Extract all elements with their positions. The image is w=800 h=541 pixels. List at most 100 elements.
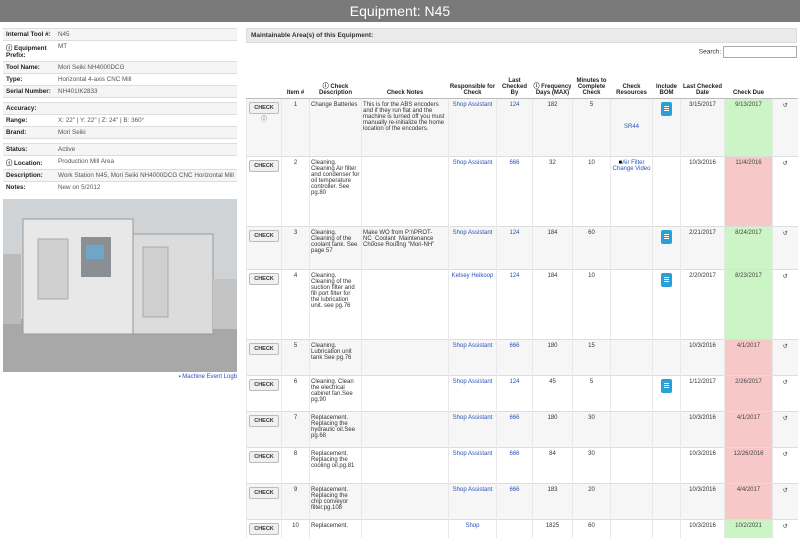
check-button[interactable]: CHECK	[249, 159, 279, 172]
item-number: 8	[281, 446, 310, 483]
history-icon[interactable]: ↺	[772, 268, 798, 339]
include-bom	[652, 482, 681, 519]
column-header[interactable]: Minutes to Complete Check	[572, 61, 611, 99]
check-button[interactable]: CHECK	[249, 450, 279, 463]
info-icon[interactable]: ⓘ	[248, 114, 280, 123]
last-checked-by-link[interactable]: 666	[496, 338, 533, 375]
check-button[interactable]: CHECK	[249, 378, 279, 391]
check-cell: CHECK	[246, 518, 282, 538]
column-header[interactable]: Check Resources	[610, 61, 653, 99]
check-resources[interactable]	[610, 410, 653, 447]
check-button[interactable]: CHECK	[249, 101, 279, 114]
responsible-link[interactable]: Shop Assistant	[448, 225, 497, 269]
check-button[interactable]: CHECK	[249, 486, 279, 499]
info-key: Type:	[3, 73, 55, 86]
responsible-link[interactable]: Shop Assistant	[448, 338, 497, 375]
check-resources[interactable]	[610, 374, 653, 411]
responsible-link[interactable]: Shop Assistant	[448, 410, 497, 447]
column-header[interactable]	[772, 61, 798, 99]
check-description: Replacement. Replacing the chip conveyor…	[309, 482, 362, 519]
check-resource-link[interactable]: SR44	[624, 124, 639, 130]
document-icon: ▪	[178, 374, 181, 380]
table-row: CHECK 8 Replacement. Replacing the cooling…	[246, 446, 798, 483]
check-resources[interactable]	[610, 482, 653, 519]
check-resources[interactable]	[610, 268, 653, 339]
clipboard-icon[interactable]	[661, 272, 672, 287]
history-icon[interactable]: ↺	[772, 225, 798, 269]
history-icon[interactable]: ↺	[772, 446, 798, 483]
column-header[interactable]: Check Due	[724, 61, 773, 99]
history-icon[interactable]: ↺	[772, 410, 798, 447]
column-header[interactable]: Include BOM	[652, 61, 681, 99]
last-checked-by-link[interactable]: 124	[496, 225, 533, 269]
check-button[interactable]: CHECK	[249, 522, 279, 535]
page-title: Equipment: N45	[0, 0, 800, 22]
info-key: Brand:	[3, 126, 55, 139]
clipboard-icon[interactable]	[661, 378, 672, 393]
column-header[interactable]: Responsible for Check	[448, 61, 497, 99]
last-checked-by-link[interactable]: 124	[496, 97, 533, 156]
last-checked-by-link[interactable]: 666	[496, 410, 533, 447]
check-notes	[361, 374, 449, 411]
minutes-to-complete: 20	[572, 482, 611, 519]
column-header[interactable]: Check Notes	[361, 61, 449, 99]
last-checked-by-link[interactable]: 666	[496, 482, 533, 519]
check-cell: CHECK	[246, 482, 282, 519]
responsible-link[interactable]: Shop	[448, 518, 497, 538]
search-input[interactable]	[723, 46, 797, 58]
check-resources[interactable]: SR44	[610, 97, 653, 156]
check-button[interactable]: CHECK	[249, 229, 279, 242]
column-header[interactable]: ⓘ Check Description	[309, 61, 362, 99]
column-header[interactable]: Last Checked Date	[680, 61, 725, 99]
column-header[interactable]	[246, 61, 282, 99]
check-resources[interactable]	[610, 518, 653, 538]
check-resources[interactable]	[610, 225, 653, 269]
info-key: Serial Number:	[3, 85, 55, 98]
history-icon[interactable]: ↺	[772, 518, 798, 538]
info-key: ⓘ Location:	[3, 155, 55, 170]
check-description: Replacement. Replacing the cooling oil.p…	[309, 446, 362, 483]
last-checked-by-link[interactable]: 124	[496, 268, 533, 339]
history-icon[interactable]: ↺	[772, 338, 798, 375]
history-icon[interactable]: ↺	[772, 374, 798, 411]
check-button[interactable]: CHECK	[249, 414, 279, 427]
history-icon[interactable]: ↺	[772, 155, 798, 226]
table-row: CHECK 4 Cleaning. Cleaning of the suction …	[246, 268, 798, 339]
history-icon[interactable]: ↺	[772, 97, 798, 156]
check-button[interactable]: CHECK	[249, 272, 279, 285]
responsible-link[interactable]: Shop Assistant	[448, 155, 497, 226]
history-icon[interactable]: ↺	[772, 482, 798, 519]
check-notes	[361, 155, 449, 226]
last-checked-date: 10/3/2016	[680, 338, 725, 375]
info-row: Notes: New on 5/2012	[3, 181, 237, 193]
column-header[interactable]: Last Checked By	[496, 61, 533, 99]
info-row: Brand: Mori Seiki	[3, 126, 237, 139]
responsible-link[interactable]: Shop Assistant	[448, 97, 497, 156]
check-resources[interactable]: ■Air Filter Change Video	[610, 155, 653, 226]
last-checked-by-link[interactable]: 666	[496, 446, 533, 483]
machine-event-logbook-link[interactable]: ▪ Machine Event Logb	[3, 374, 237, 380]
machine-image	[3, 199, 237, 372]
column-header[interactable]: ⓘ Frequency Days (MAX)	[532, 61, 573, 99]
clipboard-icon[interactable]	[661, 229, 672, 244]
responsible-link[interactable]: Shop Assistant	[448, 482, 497, 519]
frequency-days: 182	[532, 97, 573, 156]
column-header[interactable]: Item #	[281, 61, 310, 99]
info-row: Type: Horizontal 4-axis CNC Mill	[3, 73, 237, 86]
minutes-to-complete: 60	[572, 518, 611, 538]
check-cell: CHECK	[246, 338, 282, 375]
responsible-link[interactable]: Shop Assistant	[448, 446, 497, 483]
clipboard-icon[interactable]	[661, 101, 672, 116]
check-resources[interactable]	[610, 446, 653, 483]
last-checked-by-link[interactable]: 124	[496, 374, 533, 411]
check-button[interactable]: CHECK	[249, 342, 279, 355]
info-row: Description: Work Station N45, Mori Seiki…	[3, 169, 237, 182]
check-description: Cleaning. Cleaning of the coolant tank. …	[309, 225, 362, 269]
responsible-link[interactable]: Kelsey Heikoop	[448, 268, 497, 339]
responsible-link[interactable]: Shop Assistant	[448, 374, 497, 411]
info-key: Description:	[3, 169, 55, 182]
last-checked-by-link[interactable]	[496, 518, 533, 538]
check-due-date: 8/24/2017	[724, 225, 773, 269]
last-checked-by-link[interactable]: 666	[496, 155, 533, 226]
check-resources[interactable]	[610, 338, 653, 375]
